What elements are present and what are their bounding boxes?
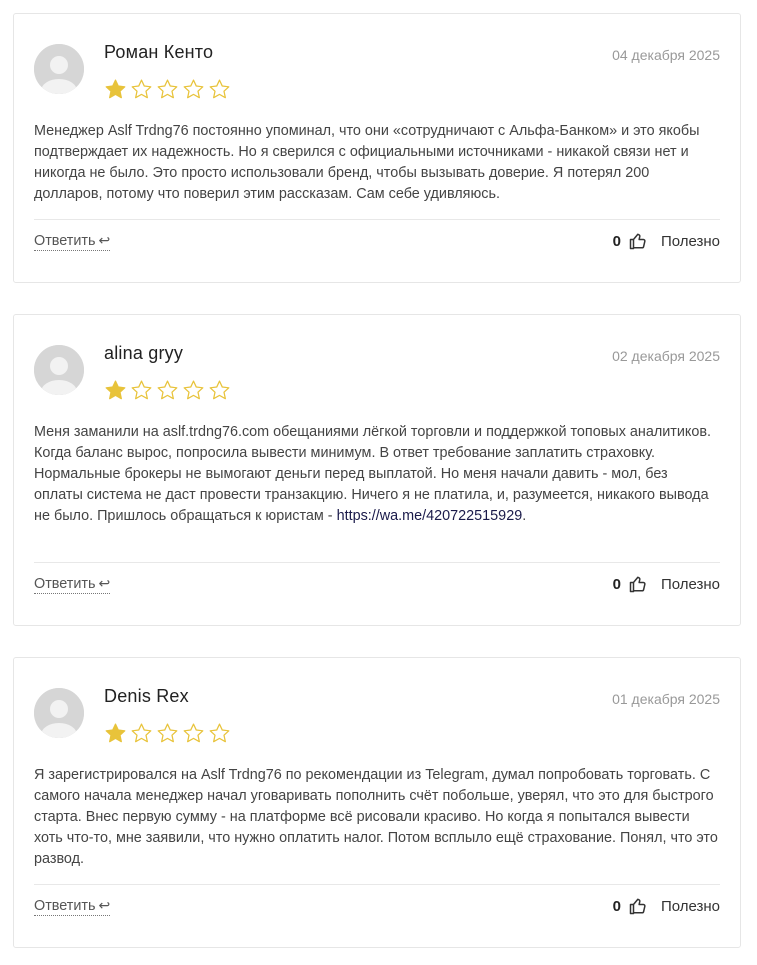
useful-button[interactable]: Полезно bbox=[661, 898, 720, 915]
user-avatar-icon bbox=[34, 345, 84, 395]
review-date: 01 декабря 2025 bbox=[612, 691, 720, 707]
reply-label: Ответить bbox=[34, 576, 96, 592]
review-author: Роман Кенто bbox=[104, 42, 214, 62]
thumbs-up-icon[interactable] bbox=[629, 232, 647, 250]
thumbs-up-icon[interactable] bbox=[629, 575, 647, 593]
star-empty-icon bbox=[183, 723, 204, 743]
rating-stars bbox=[104, 78, 231, 102]
divider bbox=[34, 884, 720, 885]
reply-arrow-icon: ↩ bbox=[98, 575, 111, 591]
star-empty-icon bbox=[157, 723, 178, 743]
star-empty-icon bbox=[131, 79, 152, 99]
star-empty-icon bbox=[157, 79, 178, 99]
reply-label: Ответить bbox=[34, 233, 96, 249]
reply-arrow-icon: ↩ bbox=[98, 897, 111, 913]
like-area: 0 Полезно bbox=[613, 575, 720, 593]
rating-stars bbox=[104, 722, 231, 746]
star-empty-icon bbox=[131, 380, 152, 400]
reply-button[interactable]: Ответить ↩ bbox=[34, 897, 111, 916]
review-link[interactable]: https://wa.me/420722515929 bbox=[337, 508, 523, 524]
star-empty-icon bbox=[209, 380, 230, 400]
divider bbox=[34, 219, 720, 220]
thumbs-up-icon[interactable] bbox=[629, 897, 647, 915]
reply-arrow-icon: ↩ bbox=[98, 232, 111, 248]
star-empty-icon bbox=[183, 79, 204, 99]
star-empty-icon bbox=[131, 723, 152, 743]
useful-button[interactable]: Полезно bbox=[661, 576, 720, 593]
star-empty-icon bbox=[209, 79, 230, 99]
like-count: 0 bbox=[612, 897, 621, 915]
avatar bbox=[34, 345, 84, 395]
avatar bbox=[34, 688, 84, 738]
user-avatar-icon bbox=[34, 44, 84, 94]
reply-label: Ответить bbox=[34, 898, 96, 914]
review-card: alina gryy 02 декабря 2025 Меня заманили… bbox=[13, 314, 741, 626]
like-area: 0 Полезно bbox=[613, 897, 720, 915]
star-empty-icon bbox=[157, 380, 178, 400]
review-author: Denis Rex bbox=[104, 686, 189, 706]
review-author: alina gryy bbox=[104, 343, 184, 363]
rating-stars bbox=[104, 379, 231, 403]
reply-button[interactable]: Ответить ↩ bbox=[34, 232, 111, 251]
star-filled-icon bbox=[105, 380, 126, 400]
review-text-end: . bbox=[522, 508, 527, 524]
review-text: Меня заманили на aslf.trdng76.com обещан… bbox=[34, 422, 720, 527]
like-count: 0 bbox=[612, 232, 621, 250]
like-count: 0 bbox=[612, 575, 621, 593]
review-text: Я зарегистрировался на Aslf Trdng76 по р… bbox=[34, 767, 718, 867]
star-filled-icon bbox=[105, 79, 126, 99]
review-date: 04 декабря 2025 bbox=[612, 47, 720, 63]
review-text: Менеджер Aslf Trdng76 постоянно упоминал… bbox=[34, 123, 700, 202]
review-card: Denis Rex 01 декабря 2025 Я зарегистриро… bbox=[13, 657, 741, 948]
review-card: Роман Кенто 04 декабря 2025 Менеджер Asl… bbox=[13, 13, 741, 283]
divider bbox=[34, 562, 720, 563]
star-empty-icon bbox=[183, 380, 204, 400]
reply-button[interactable]: Ответить ↩ bbox=[34, 575, 111, 594]
like-area: 0 Полезно bbox=[613, 232, 720, 250]
star-filled-icon bbox=[105, 723, 126, 743]
useful-button[interactable]: Полезно bbox=[661, 233, 720, 250]
user-avatar-icon bbox=[34, 688, 84, 738]
avatar bbox=[34, 44, 84, 94]
star-empty-icon bbox=[209, 723, 230, 743]
review-date: 02 декабря 2025 bbox=[612, 348, 720, 364]
